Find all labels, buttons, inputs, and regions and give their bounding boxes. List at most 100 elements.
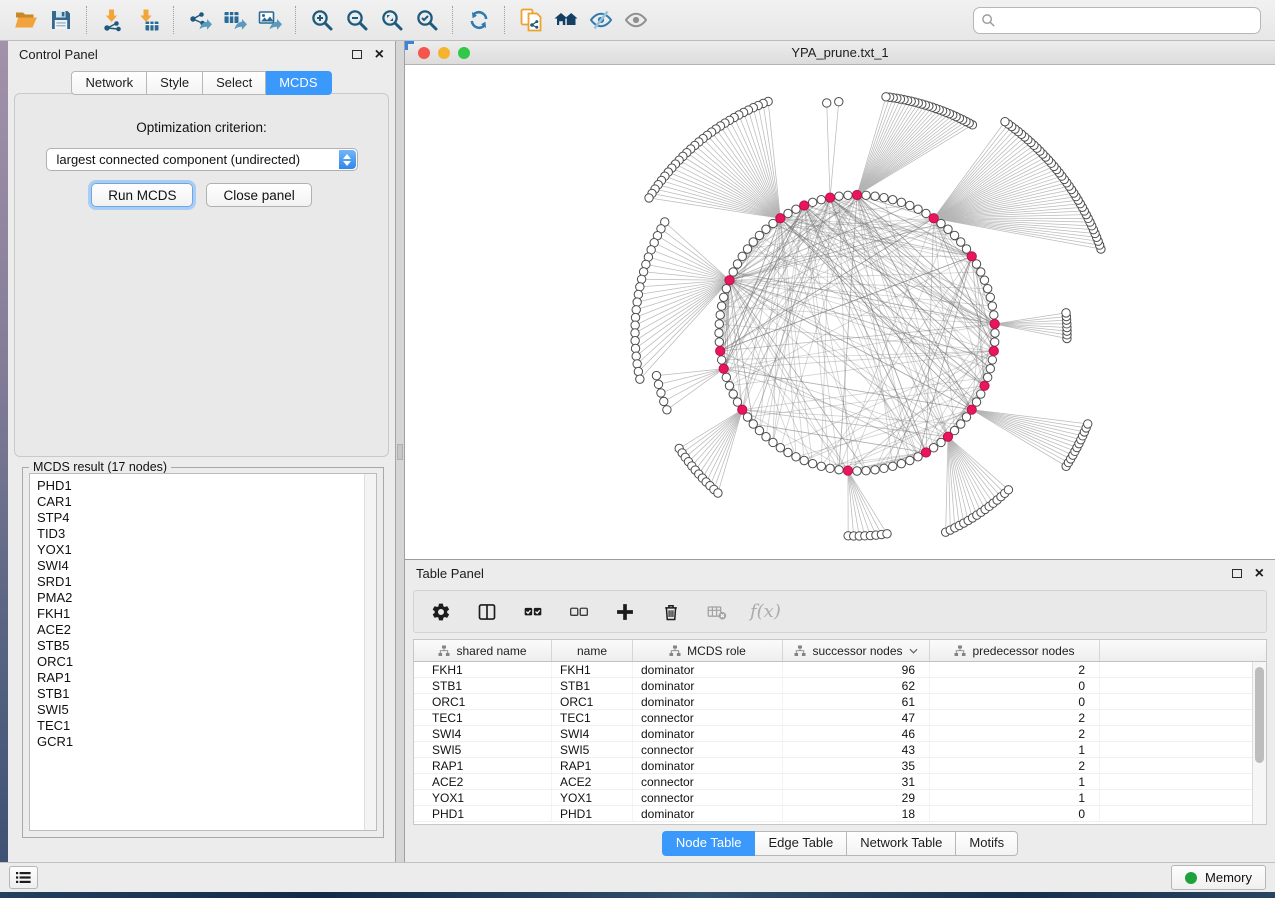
cell-predecessor-nodes[interactable]: 1	[930, 742, 1100, 757]
column-header-name[interactable]: name	[552, 640, 633, 661]
show-columns-button[interactable]	[474, 599, 500, 625]
close-panel-icon[interactable]: ×	[1255, 568, 1264, 580]
result-node-item[interactable]: CAR1	[37, 494, 376, 510]
show-panels-button[interactable]	[9, 866, 38, 889]
memory-button[interactable]: Memory	[1171, 865, 1266, 890]
cell-successor-nodes[interactable]: 62	[783, 678, 930, 693]
cell-shared-name[interactable]: ORC1	[414, 694, 552, 709]
tab-style[interactable]: Style	[147, 71, 203, 95]
tab-node-table[interactable]: Node Table	[662, 831, 756, 856]
cell-successor-nodes[interactable]: 29	[783, 790, 930, 805]
result-node-item[interactable]: STB5	[37, 638, 376, 654]
window-close-traffic-light[interactable]	[418, 47, 430, 59]
export-table-button[interactable]	[217, 4, 252, 36]
table-row[interactable]: ACE2ACE2connector311	[414, 774, 1266, 790]
table-row[interactable]: ORC1ORC1dominator610	[414, 694, 1266, 710]
run-mcds-button[interactable]: Run MCDS	[91, 183, 193, 207]
tab-select[interactable]: Select	[203, 71, 266, 95]
vertical-splitter[interactable]	[396, 41, 405, 862]
cell-mcds-role[interactable]: dominator	[633, 662, 783, 677]
table-row[interactable]: SWI5SWI5connector431	[414, 742, 1266, 758]
cell-name[interactable]: ACE2	[552, 774, 633, 789]
cell-predecessor-nodes[interactable]: 0	[930, 678, 1100, 693]
cell-predecessor-nodes[interactable]: 2	[930, 710, 1100, 725]
cell-predecessor-nodes[interactable]: 1	[930, 774, 1100, 789]
tab-mcds[interactable]: MCDS	[266, 71, 331, 95]
tab-network[interactable]: Network	[71, 71, 147, 95]
result-node-item[interactable]: ACE2	[37, 622, 376, 638]
cell-name[interactable]: SWI4	[552, 726, 633, 741]
add-entry-button[interactable]	[612, 599, 638, 625]
show-all-button[interactable]	[618, 4, 653, 36]
open-file-button[interactable]	[8, 4, 43, 36]
cell-shared-name[interactable]: SWI5	[414, 742, 552, 757]
scrollbar-thumb[interactable]	[1255, 667, 1264, 763]
save-session-button[interactable]	[43, 4, 78, 36]
result-node-item[interactable]: PHD1	[37, 478, 376, 494]
cell-name[interactable]: ORC1	[552, 694, 633, 709]
result-node-item[interactable]: YOX1	[37, 542, 376, 558]
column-header-successor-nodes[interactable]: successor nodes	[783, 640, 930, 661]
cell-successor-nodes[interactable]: 31	[783, 774, 930, 789]
table-row[interactable]: FKH1FKH1dominator962	[414, 662, 1266, 678]
table-row[interactable]: RAP1RAP1dominator352	[414, 758, 1266, 774]
splitter-grip[interactable]	[397, 444, 403, 460]
cell-predecessor-nodes[interactable]: 1	[930, 790, 1100, 805]
table-row[interactable]: YOX1YOX1connector291	[414, 790, 1266, 806]
zoom-out-button[interactable]	[339, 4, 374, 36]
column-header-shared-name[interactable]: shared name	[414, 640, 552, 661]
cell-mcds-role[interactable]: connector	[633, 710, 783, 725]
cell-name[interactable]: STB1	[552, 678, 633, 693]
export-network-button[interactable]	[182, 4, 217, 36]
window-minimize-traffic-light[interactable]	[438, 47, 450, 59]
float-panel-icon[interactable]	[1232, 569, 1242, 578]
cell-name[interactable]: RAP1	[552, 758, 633, 773]
result-node-item[interactable]: RAP1	[37, 670, 376, 686]
cell-mcds-role[interactable]: dominator	[633, 726, 783, 741]
result-node-item[interactable]: PMA2	[37, 590, 376, 606]
table-row[interactable]: TEC1TEC1connector472	[414, 710, 1266, 726]
tab-motifs[interactable]: Motifs	[956, 831, 1018, 856]
result-node-item[interactable]: SWI5	[37, 702, 376, 718]
result-node-item[interactable]: TID3	[37, 526, 376, 542]
cell-predecessor-nodes[interactable]: 2	[930, 726, 1100, 741]
cell-name[interactable]: TEC1	[552, 710, 633, 725]
cell-mcds-role[interactable]: connector	[633, 790, 783, 805]
network-window-titlebar[interactable]: YPA_prune.txt_1	[405, 41, 1275, 65]
hide-selected-button[interactable]	[583, 4, 618, 36]
network-canvas[interactable]	[405, 65, 1275, 559]
result-node-item[interactable]: SWI4	[37, 558, 376, 574]
table-row[interactable]: SWI4SWI4dominator462	[414, 726, 1266, 742]
criterion-select[interactable]: largest connected component (undirected)	[46, 148, 358, 171]
cell-name[interactable]: YOX1	[552, 790, 633, 805]
cell-mcds-role[interactable]: connector	[633, 742, 783, 757]
zoom-selected-button[interactable]	[409, 4, 444, 36]
network-graph[interactable]	[405, 65, 1274, 559]
result-node-item[interactable]: GCR1	[37, 734, 376, 750]
cell-shared-name[interactable]: PHD1	[414, 806, 552, 821]
cell-successor-nodes[interactable]: 47	[783, 710, 930, 725]
cell-name[interactable]: SWI5	[552, 742, 633, 757]
deselect-all-button[interactable]	[566, 599, 592, 625]
table-row[interactable]: STB1STB1dominator620	[414, 678, 1266, 694]
result-node-item[interactable]: SRD1	[37, 574, 376, 590]
cell-predecessor-nodes[interactable]: 0	[930, 806, 1100, 821]
result-node-item[interactable]: FKH1	[37, 606, 376, 622]
cell-shared-name[interactable]: STB1	[414, 678, 552, 693]
cell-mcds-role[interactable]: dominator	[633, 758, 783, 773]
float-panel-icon[interactable]	[352, 50, 362, 59]
cell-mcds-role[interactable]: dominator	[633, 678, 783, 693]
column-header-predecessor-nodes[interactable]: predecessor nodes	[930, 640, 1100, 661]
export-image-button[interactable]	[252, 4, 287, 36]
result-node-item[interactable]: TEC1	[37, 718, 376, 734]
zoom-fit-button[interactable]	[374, 4, 409, 36]
cell-mcds-role[interactable]: dominator	[633, 694, 783, 709]
zoom-in-button[interactable]	[304, 4, 339, 36]
select-all-button[interactable]	[520, 599, 546, 625]
cell-shared-name[interactable]: YOX1	[414, 790, 552, 805]
import-network-button[interactable]	[95, 4, 130, 36]
cell-predecessor-nodes[interactable]: 2	[930, 662, 1100, 677]
cell-shared-name[interactable]: FKH1	[414, 662, 552, 677]
cell-shared-name[interactable]: TEC1	[414, 710, 552, 725]
cell-shared-name[interactable]: RAP1	[414, 758, 552, 773]
